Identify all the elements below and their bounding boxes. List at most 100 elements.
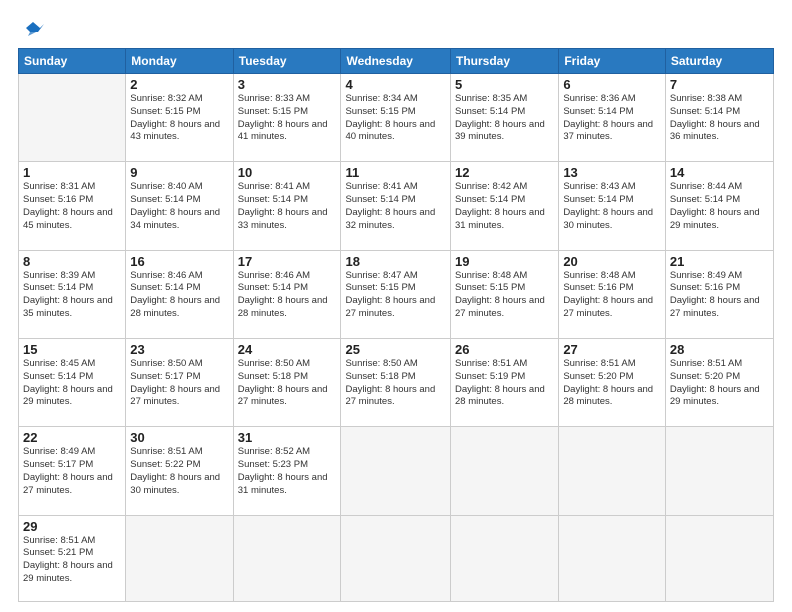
empty-cell bbox=[559, 515, 666, 601]
col-header-wednesday: Wednesday bbox=[341, 49, 451, 74]
day-detail: Sunrise: 8:42 AMSunset: 5:14 PMDaylight:… bbox=[455, 181, 545, 230]
day-cell-2: 2Sunrise: 8:32 AMSunset: 5:15 PMDaylight… bbox=[126, 74, 233, 162]
day-detail: Sunrise: 8:50 AMSunset: 5:18 PMDaylight:… bbox=[238, 358, 328, 407]
empty-cell bbox=[451, 427, 559, 515]
header bbox=[18, 18, 774, 40]
day-cell-31: 31Sunrise: 8:52 AMSunset: 5:23 PMDayligh… bbox=[233, 427, 341, 515]
day-detail: Sunrise: 8:39 AMSunset: 5:14 PMDaylight:… bbox=[23, 270, 113, 319]
day-number: 17 bbox=[238, 254, 337, 269]
day-cell-1: 1Sunrise: 8:31 AMSunset: 5:16 PMDaylight… bbox=[19, 162, 126, 250]
day-number: 10 bbox=[238, 165, 337, 180]
empty-cell bbox=[559, 427, 666, 515]
page: SundayMondayTuesdayWednesdayThursdayFrid… bbox=[0, 0, 792, 612]
day-cell-3: 3Sunrise: 8:33 AMSunset: 5:15 PMDaylight… bbox=[233, 74, 341, 162]
day-detail: Sunrise: 8:52 AMSunset: 5:23 PMDaylight:… bbox=[238, 446, 328, 495]
day-number: 18 bbox=[345, 254, 446, 269]
day-number: 25 bbox=[345, 342, 446, 357]
day-number: 13 bbox=[563, 165, 661, 180]
day-cell-6: 6Sunrise: 8:36 AMSunset: 5:14 PMDaylight… bbox=[559, 74, 666, 162]
day-detail: Sunrise: 8:36 AMSunset: 5:14 PMDaylight:… bbox=[563, 93, 653, 142]
empty-cell bbox=[665, 427, 773, 515]
day-cell-23: 23Sunrise: 8:50 AMSunset: 5:17 PMDayligh… bbox=[126, 338, 233, 426]
day-detail: Sunrise: 8:43 AMSunset: 5:14 PMDaylight:… bbox=[563, 181, 653, 230]
day-cell-11: 11Sunrise: 8:41 AMSunset: 5:14 PMDayligh… bbox=[341, 162, 451, 250]
day-detail: Sunrise: 8:31 AMSunset: 5:16 PMDaylight:… bbox=[23, 181, 113, 230]
day-number: 7 bbox=[670, 77, 769, 92]
day-detail: Sunrise: 8:38 AMSunset: 5:14 PMDaylight:… bbox=[670, 93, 760, 142]
day-cell-19: 19Sunrise: 8:48 AMSunset: 5:15 PMDayligh… bbox=[451, 250, 559, 338]
day-detail: Sunrise: 8:41 AMSunset: 5:14 PMDaylight:… bbox=[345, 181, 435, 230]
day-detail: Sunrise: 8:34 AMSunset: 5:15 PMDaylight:… bbox=[345, 93, 435, 142]
day-number: 30 bbox=[130, 430, 228, 445]
day-number: 21 bbox=[670, 254, 769, 269]
day-number: 16 bbox=[130, 254, 228, 269]
day-detail: Sunrise: 8:50 AMSunset: 5:17 PMDaylight:… bbox=[130, 358, 220, 407]
empty-cell bbox=[126, 515, 233, 601]
day-cell-8: 8Sunrise: 8:39 AMSunset: 5:14 PMDaylight… bbox=[19, 250, 126, 338]
day-cell-21: 21Sunrise: 8:49 AMSunset: 5:16 PMDayligh… bbox=[665, 250, 773, 338]
day-detail: Sunrise: 8:45 AMSunset: 5:14 PMDaylight:… bbox=[23, 358, 113, 407]
day-number: 9 bbox=[130, 165, 228, 180]
day-number: 27 bbox=[563, 342, 661, 357]
day-detail: Sunrise: 8:48 AMSunset: 5:16 PMDaylight:… bbox=[563, 270, 653, 319]
day-detail: Sunrise: 8:51 AMSunset: 5:19 PMDaylight:… bbox=[455, 358, 545, 407]
day-number: 23 bbox=[130, 342, 228, 357]
day-detail: Sunrise: 8:51 AMSunset: 5:22 PMDaylight:… bbox=[130, 446, 220, 495]
col-header-sunday: Sunday bbox=[19, 49, 126, 74]
day-cell-17: 17Sunrise: 8:46 AMSunset: 5:14 PMDayligh… bbox=[233, 250, 341, 338]
day-number: 1 bbox=[23, 165, 121, 180]
day-number: 19 bbox=[455, 254, 554, 269]
day-cell-29: 29Sunrise: 8:51 AMSunset: 5:21 PMDayligh… bbox=[19, 515, 126, 601]
day-number: 14 bbox=[670, 165, 769, 180]
day-cell-30: 30Sunrise: 8:51 AMSunset: 5:22 PMDayligh… bbox=[126, 427, 233, 515]
logo bbox=[18, 18, 44, 40]
day-detail: Sunrise: 8:33 AMSunset: 5:15 PMDaylight:… bbox=[238, 93, 328, 142]
col-header-saturday: Saturday bbox=[665, 49, 773, 74]
empty-cell bbox=[233, 515, 341, 601]
day-number: 22 bbox=[23, 430, 121, 445]
day-cell-13: 13Sunrise: 8:43 AMSunset: 5:14 PMDayligh… bbox=[559, 162, 666, 250]
day-cell-20: 20Sunrise: 8:48 AMSunset: 5:16 PMDayligh… bbox=[559, 250, 666, 338]
day-number: 28 bbox=[670, 342, 769, 357]
day-cell-27: 27Sunrise: 8:51 AMSunset: 5:20 PMDayligh… bbox=[559, 338, 666, 426]
day-detail: Sunrise: 8:49 AMSunset: 5:16 PMDaylight:… bbox=[670, 270, 760, 319]
logo-bird-icon bbox=[22, 18, 44, 40]
col-header-tuesday: Tuesday bbox=[233, 49, 341, 74]
day-number: 15 bbox=[23, 342, 121, 357]
empty-cell bbox=[341, 427, 451, 515]
empty-cell bbox=[341, 515, 451, 601]
day-number: 2 bbox=[130, 77, 228, 92]
day-number: 8 bbox=[23, 254, 121, 269]
day-number: 24 bbox=[238, 342, 337, 357]
col-header-thursday: Thursday bbox=[451, 49, 559, 74]
day-detail: Sunrise: 8:46 AMSunset: 5:14 PMDaylight:… bbox=[238, 270, 328, 319]
day-number: 5 bbox=[455, 77, 554, 92]
day-number: 31 bbox=[238, 430, 337, 445]
day-detail: Sunrise: 8:51 AMSunset: 5:20 PMDaylight:… bbox=[563, 358, 653, 407]
day-detail: Sunrise: 8:49 AMSunset: 5:17 PMDaylight:… bbox=[23, 446, 113, 495]
day-detail: Sunrise: 8:41 AMSunset: 5:14 PMDaylight:… bbox=[238, 181, 328, 230]
day-cell-22: 22Sunrise: 8:49 AMSunset: 5:17 PMDayligh… bbox=[19, 427, 126, 515]
day-cell-15: 15Sunrise: 8:45 AMSunset: 5:14 PMDayligh… bbox=[19, 338, 126, 426]
day-cell-26: 26Sunrise: 8:51 AMSunset: 5:19 PMDayligh… bbox=[451, 338, 559, 426]
empty-cell bbox=[19, 74, 126, 162]
day-cell-24: 24Sunrise: 8:50 AMSunset: 5:18 PMDayligh… bbox=[233, 338, 341, 426]
empty-cell bbox=[665, 515, 773, 601]
day-detail: Sunrise: 8:46 AMSunset: 5:14 PMDaylight:… bbox=[130, 270, 220, 319]
day-cell-28: 28Sunrise: 8:51 AMSunset: 5:20 PMDayligh… bbox=[665, 338, 773, 426]
day-number: 3 bbox=[238, 77, 337, 92]
day-detail: Sunrise: 8:40 AMSunset: 5:14 PMDaylight:… bbox=[130, 181, 220, 230]
day-cell-18: 18Sunrise: 8:47 AMSunset: 5:15 PMDayligh… bbox=[341, 250, 451, 338]
day-cell-5: 5Sunrise: 8:35 AMSunset: 5:14 PMDaylight… bbox=[451, 74, 559, 162]
day-detail: Sunrise: 8:50 AMSunset: 5:18 PMDaylight:… bbox=[345, 358, 435, 407]
day-cell-12: 12Sunrise: 8:42 AMSunset: 5:14 PMDayligh… bbox=[451, 162, 559, 250]
day-detail: Sunrise: 8:51 AMSunset: 5:20 PMDaylight:… bbox=[670, 358, 760, 407]
day-number: 26 bbox=[455, 342, 554, 357]
day-detail: Sunrise: 8:35 AMSunset: 5:14 PMDaylight:… bbox=[455, 93, 545, 142]
day-detail: Sunrise: 8:51 AMSunset: 5:21 PMDaylight:… bbox=[23, 535, 113, 584]
col-header-friday: Friday bbox=[559, 49, 666, 74]
day-number: 29 bbox=[23, 519, 121, 534]
day-cell-16: 16Sunrise: 8:46 AMSunset: 5:14 PMDayligh… bbox=[126, 250, 233, 338]
day-detail: Sunrise: 8:44 AMSunset: 5:14 PMDaylight:… bbox=[670, 181, 760, 230]
day-cell-25: 25Sunrise: 8:50 AMSunset: 5:18 PMDayligh… bbox=[341, 338, 451, 426]
